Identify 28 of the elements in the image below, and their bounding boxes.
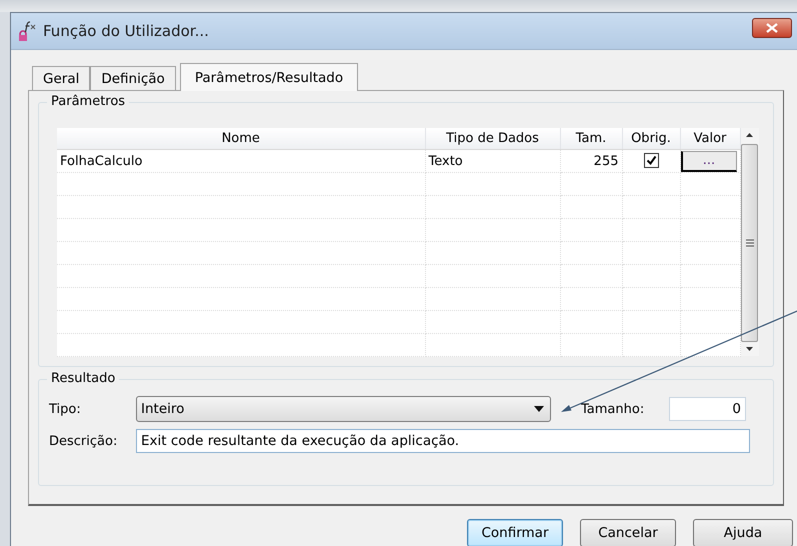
dialog-button[interactable]: Ajuda bbox=[693, 519, 793, 546]
table-cell: 255 bbox=[560, 150, 622, 172]
dialog-button[interactable]: Cancelar bbox=[580, 519, 676, 546]
table-cell: FolhaCalculo bbox=[57, 150, 425, 172]
description-field[interactable]: Exit code resultante da execução da aplicação. bbox=[136, 429, 750, 453]
column-header: Valor bbox=[680, 128, 740, 150]
required-checkbox[interactable] bbox=[644, 152, 658, 168]
dropdown-arrow-icon bbox=[534, 406, 544, 412]
table-cell: Texto bbox=[425, 150, 560, 172]
close-button[interactable] bbox=[752, 18, 792, 38]
grip-icon bbox=[746, 239, 754, 247]
size-field[interactable]: 0 bbox=[669, 397, 746, 421]
tab[interactable]: Parâmetros/Resultado bbox=[180, 63, 358, 91]
value-button[interactable]: ... bbox=[680, 150, 736, 172]
tab[interactable]: Geral bbox=[32, 66, 90, 90]
type-label: Tipo: bbox=[49, 402, 82, 416]
column-header: Tipo de Dados bbox=[425, 128, 560, 150]
description-label: Descrição: bbox=[49, 434, 118, 448]
column-header: Nome bbox=[57, 128, 425, 150]
dialog-button[interactable]: Confirmar bbox=[467, 519, 563, 546]
column-header: Obrig. bbox=[622, 128, 680, 150]
scrollbar[interactable] bbox=[740, 128, 758, 356]
tab[interactable]: Definição bbox=[90, 66, 176, 90]
window-title: Função do Utilizador... bbox=[43, 22, 209, 40]
size-label: Tamanho: bbox=[581, 402, 646, 416]
type-dropdown[interactable]: Inteiro bbox=[136, 396, 551, 422]
close-icon bbox=[766, 23, 778, 33]
column-header: Tam. bbox=[560, 128, 622, 150]
